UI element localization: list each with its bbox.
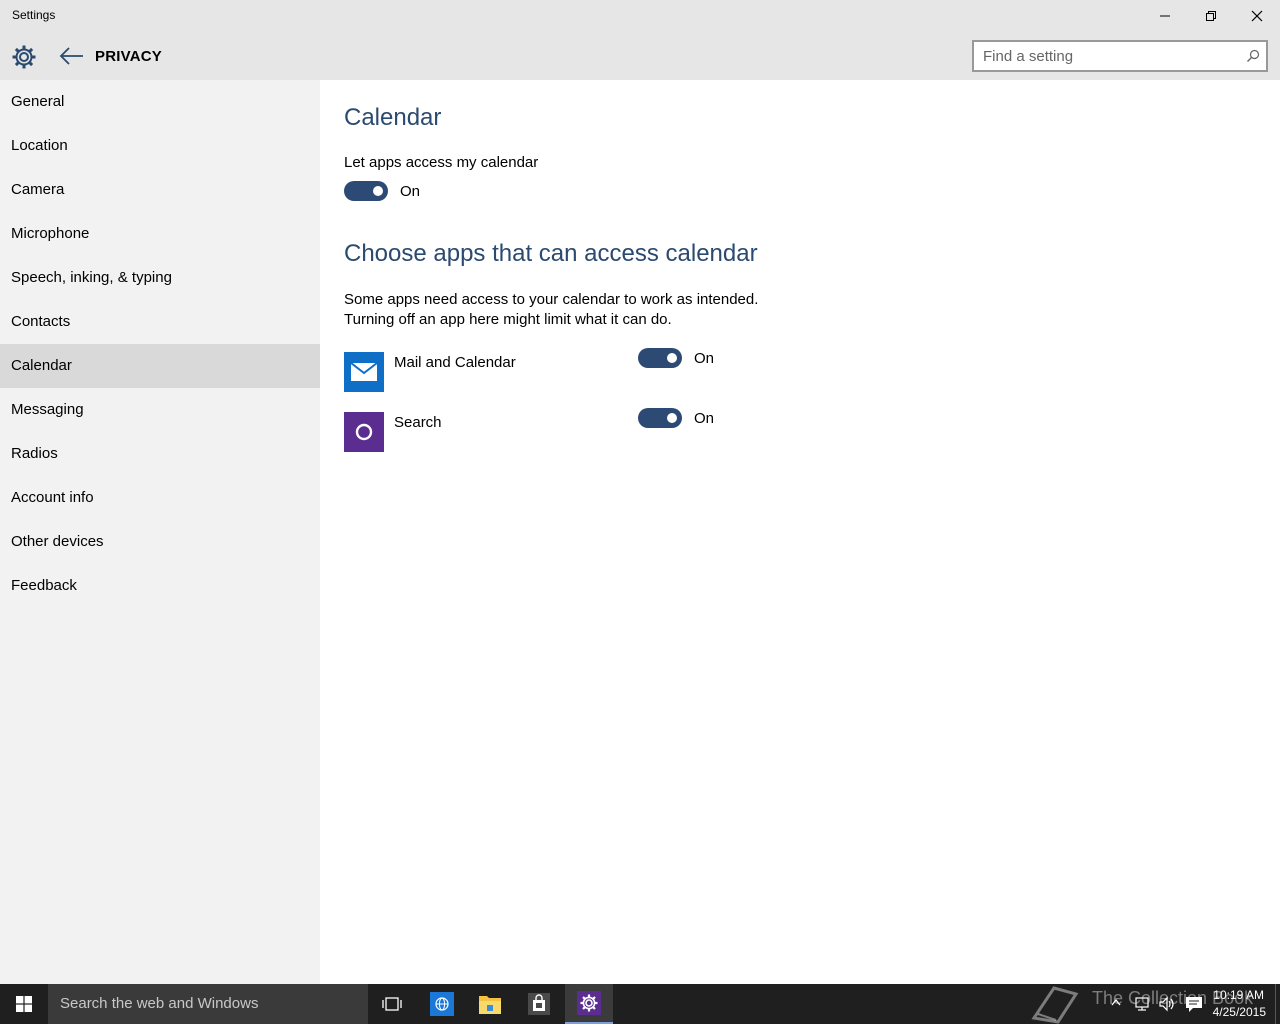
taskbar-search-text: Search the web and Windows [60, 995, 259, 1012]
search-input[interactable] [983, 47, 1233, 65]
taskbar-search-box[interactable]: Search the web and Windows [48, 984, 368, 1024]
master-toggle-state: On [400, 183, 421, 200]
sidebar-item-account-info[interactable]: Account info [0, 476, 320, 520]
settings-gear-icon [577, 991, 601, 1015]
show-hidden-icons-icon[interactable] [1111, 998, 1121, 1006]
app-name-search: Search [394, 414, 442, 431]
page-title: PRIVACY [95, 48, 162, 65]
search-icon[interactable] [1246, 49, 1260, 63]
task-view-icon [382, 997, 402, 1011]
store-icon [528, 993, 550, 1015]
back-arrow-icon[interactable] [58, 44, 86, 68]
app-name-mail: Mail and Calendar [394, 354, 516, 371]
window-title: Settings [12, 8, 56, 22]
task-view-button[interactable] [368, 984, 416, 1024]
taskbar-browser-button[interactable] [418, 984, 466, 1024]
close-icon [1251, 10, 1263, 22]
windows-logo-icon [16, 996, 32, 1012]
minimize-button[interactable] [1142, 0, 1188, 32]
sidebar-item-location[interactable]: Location [0, 124, 320, 168]
master-toggle-label: Let apps access my calendar [344, 154, 539, 171]
taskbar: Search the web and Windows The Collectio… [0, 984, 1280, 1024]
clock-date[interactable]: 4/25/2015 [1200, 1005, 1266, 1019]
search-toggle[interactable] [638, 408, 682, 428]
close-button[interactable] [1234, 0, 1280, 32]
restore-button[interactable] [1188, 0, 1234, 32]
description-line-1: Some apps need access to your calendar t… [344, 291, 759, 308]
cortana-icon [355, 423, 373, 441]
mail-app-tile [344, 352, 384, 392]
search-app-tile [344, 412, 384, 452]
restore-icon [1206, 11, 1216, 21]
main-content: Calendar Let apps access my calendar On … [320, 80, 1280, 984]
search-box[interactable] [972, 40, 1268, 72]
search-toggle-state: On [694, 410, 715, 427]
start-button[interactable] [0, 984, 48, 1024]
mail-calendar-toggle[interactable] [638, 348, 682, 368]
sidebar-item-messaging[interactable]: Messaging [0, 388, 320, 432]
network-icon[interactable] [1134, 995, 1152, 1013]
folder-icon [479, 996, 501, 1014]
sidebar: General Location Camera Microphone Speec… [0, 80, 320, 984]
master-calendar-toggle[interactable] [344, 181, 388, 201]
sidebar-item-other-devices[interactable]: Other devices [0, 520, 320, 564]
sidebar-item-calendar[interactable]: Calendar [0, 344, 320, 388]
sidebar-item-contacts[interactable]: Contacts [0, 300, 320, 344]
apps-description: Some apps need access to your calendar t… [344, 290, 758, 330]
sidebar-item-feedback[interactable]: Feedback [0, 564, 320, 608]
apps-heading: Choose apps that can access calendar [344, 240, 758, 267]
sidebar-item-camera[interactable]: Camera [0, 168, 320, 212]
toggle-knob [667, 413, 677, 423]
description-line-2: Turning off an app here might limit what… [344, 311, 672, 328]
toggle-knob [667, 353, 677, 363]
taskbar-settings-button[interactable] [565, 984, 613, 1024]
show-desktop-button[interactable] [1275, 984, 1276, 1024]
taskbar-file-explorer-button[interactable] [466, 984, 514, 1024]
sidebar-item-speech[interactable]: Speech, inking, & typing [0, 256, 320, 300]
volume-icon[interactable] [1158, 995, 1176, 1013]
mail-icon [350, 362, 378, 381]
taskbar-store-button[interactable] [515, 984, 563, 1024]
clock-time[interactable]: 10:19 AM [1208, 988, 1264, 1002]
title-bar: Settings [0, 0, 1280, 32]
section-title: Calendar [344, 104, 442, 131]
sidebar-item-radios[interactable]: Radios [0, 432, 320, 476]
sidebar-item-microphone[interactable]: Microphone [0, 212, 320, 256]
sidebar-item-general[interactable]: General [0, 80, 320, 124]
browser-icon [430, 992, 454, 1016]
watermark-book-logo [1031, 986, 1079, 1024]
header-bar: PRIVACY [0, 32, 1280, 80]
minimize-icon [1160, 15, 1170, 17]
gear-icon[interactable] [11, 44, 37, 70]
mail-toggle-state: On [694, 350, 715, 367]
toggle-knob [373, 186, 383, 196]
